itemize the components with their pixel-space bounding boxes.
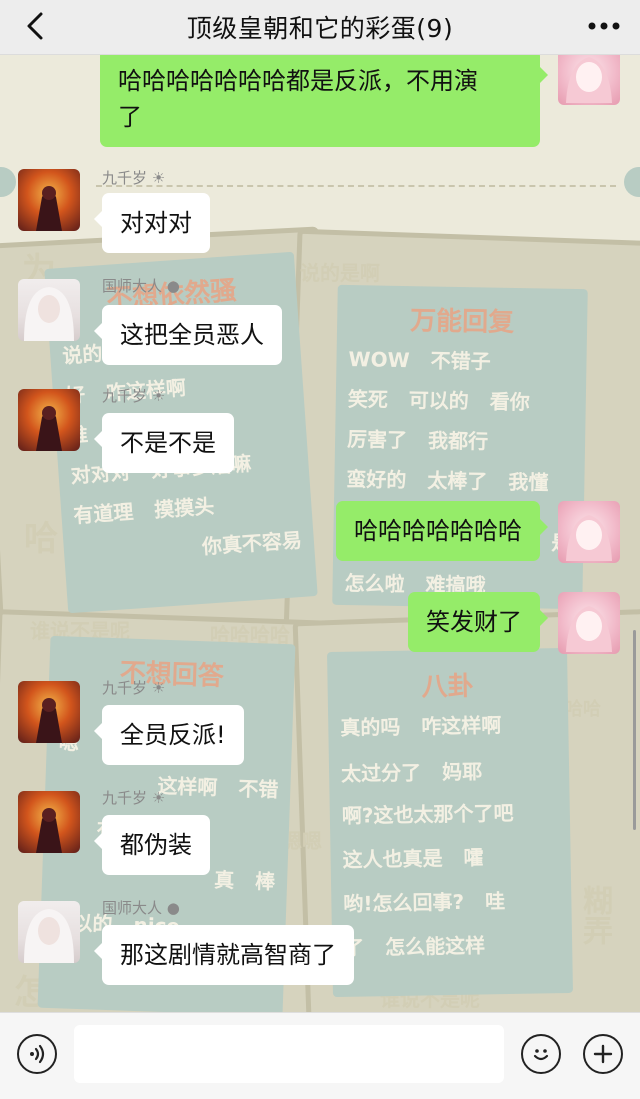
warrior-icon — [36, 698, 62, 743]
emoji-icon — [533, 1049, 549, 1061]
sender-name: 九千岁 ☀ — [102, 679, 166, 697]
warrior-icon — [36, 186, 62, 231]
voice-icon — [30, 1044, 45, 1064]
avatar[interactable] — [18, 791, 80, 853]
scrollbar[interactable] — [633, 630, 636, 830]
input-bar — [0, 1012, 640, 1099]
chat-title: 顶级皇朝和它的彩蛋(9) — [186, 14, 454, 43]
message-input[interactable] — [74, 1025, 504, 1083]
white-hair-girl-icon — [24, 909, 74, 963]
message-bubble[interactable]: 哈哈哈哈哈哈哈都是反派，不用演 了 — [100, 49, 548, 147]
avatar[interactable] — [558, 592, 620, 654]
avatar[interactable] — [18, 389, 80, 451]
avatar[interactable] — [18, 279, 80, 341]
sender-name: 国师大人 ● — [102, 899, 180, 917]
message-bubble[interactable]: 这把全员恶人 — [94, 305, 282, 365]
avatar[interactable] — [18, 169, 80, 231]
message-bubble[interactable]: 哈哈哈哈哈哈哈 — [336, 501, 548, 561]
message-bubble[interactable]: 都伪装 — [94, 815, 210, 875]
message-bubble[interactable]: 那这剧情就高智商了 — [94, 925, 354, 985]
message-bubble[interactable]: 不是不是 — [94, 413, 234, 473]
warrior-icon — [36, 406, 62, 451]
chat-header: 顶级皇朝和它的彩蛋(9) — [0, 0, 640, 55]
avatar[interactable] — [18, 901, 80, 963]
sender-name: 九千岁 ☀ — [102, 789, 166, 807]
sender-name: 国师大人 ● — [102, 277, 180, 295]
message-list[interactable]: 哈哈哈哈哈哈哈都是反派，不用演 了 九千岁 ☀ 对对对 国师大人 ● 这把全员恶… — [0, 43, 640, 1012]
message-bubble[interactable]: 对对对 — [94, 193, 210, 253]
more-button[interactable] — [584, 10, 624, 42]
plus-button[interactable] — [583, 1034, 623, 1074]
anime-girl-icon — [566, 515, 612, 561]
sender-name: 九千岁 ☀ — [102, 169, 166, 187]
more-dots-icon — [588, 22, 620, 30]
white-hair-girl-icon — [24, 287, 74, 341]
chevron-left-icon — [27, 12, 43, 40]
message-bubble[interactable]: 笑发财了 — [408, 592, 548, 652]
message-bubble[interactable]: 全员反派! — [94, 705, 244, 765]
back-button[interactable] — [18, 9, 52, 43]
plus-icon — [593, 1044, 613, 1064]
avatar[interactable] — [18, 681, 80, 743]
avatar[interactable] — [558, 501, 620, 563]
emoji-button[interactable] — [521, 1034, 561, 1074]
sender-name: 九千岁 ☀ — [102, 387, 166, 405]
voice-button[interactable] — [17, 1034, 57, 1074]
anime-girl-icon — [566, 606, 612, 652]
warrior-icon — [36, 808, 62, 853]
